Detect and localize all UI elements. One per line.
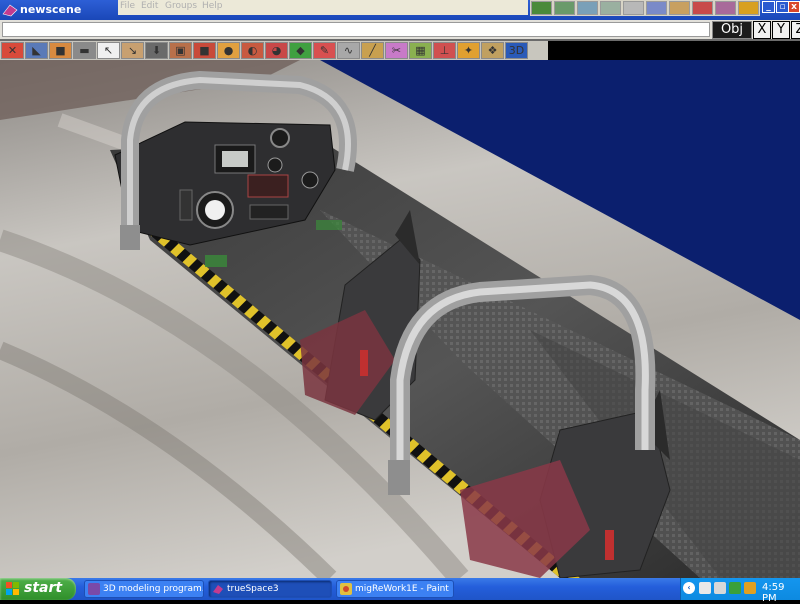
top-tool-icons	[530, 0, 760, 16]
eye-view-icon[interactable]	[600, 1, 621, 15]
point-edit-icon[interactable]: ✎	[313, 42, 336, 59]
task-label: trueSpace3	[227, 584, 279, 594]
render-scene-icon[interactable]	[531, 1, 552, 15]
eye-nav-icon[interactable]: ◣	[25, 42, 48, 59]
browser-icon	[88, 583, 100, 595]
paint-icon	[340, 583, 352, 595]
material-library-icon[interactable]	[715, 1, 736, 15]
lathe-icon[interactable]: ✂	[385, 42, 408, 59]
windows-flag-icon	[6, 582, 19, 595]
main-toolbar: ✕ ◣ ■ ▬ ↖ ↘ ⬇ ▣ ■ ● ◐ ◕ ◆ ✎ ∿ ╱ ✂ ▦ ⊥ ✦ ❖ 3D	[0, 41, 548, 60]
task-label: migReWork1E - Paint	[355, 584, 449, 594]
select-arrow-icon[interactable]: ↖	[97, 42, 120, 59]
lights-icon[interactable]: ✦	[457, 42, 480, 59]
cube-red-icon[interactable]: ■	[193, 42, 216, 59]
navigate-icon[interactable]	[623, 1, 644, 15]
deform-icon[interactable]: ◆	[289, 42, 312, 59]
task-label: 3D modeling program...	[103, 584, 204, 594]
truespace-app-icon	[2, 4, 18, 17]
y-axis-button[interactable]: Y	[772, 21, 790, 39]
show-hidden-icons-icon[interactable]: ‹	[683, 582, 695, 594]
axes-icon[interactable]: ⊥	[433, 42, 456, 59]
render-object-icon[interactable]	[554, 1, 575, 15]
camera-icon[interactable]: ▬	[73, 42, 96, 59]
taskbar-item-browser[interactable]: 3D modeling program...	[84, 580, 204, 598]
paint-icon[interactable]: ◕	[265, 42, 288, 59]
close-button[interactable]: x	[788, 1, 800, 13]
render-cube-icon[interactable]: ▦	[409, 42, 432, 59]
taskbar-item-truespace[interactable]: trueSpace3	[208, 580, 332, 598]
menu-edit[interactable]: Edit	[141, 1, 158, 11]
help-status-field	[2, 22, 710, 37]
minimize-button[interactable]: _	[762, 1, 775, 13]
sweep-icon[interactable]: ╱	[361, 42, 384, 59]
3d-viewport[interactable]	[0, 60, 800, 578]
texture-icon[interactable]: ❖	[481, 42, 504, 59]
security-icon[interactable]	[729, 582, 741, 594]
z-axis-button[interactable]: Z	[791, 21, 800, 39]
perspective-view-icon[interactable]	[577, 1, 598, 15]
3d-view-icon[interactable]: 3D	[505, 42, 528, 59]
taskbar: start 3D modeling program... trueSpace3 …	[0, 578, 800, 604]
truespace-icon	[213, 585, 223, 594]
curve-icon[interactable]: ∿	[337, 42, 360, 59]
window-title: newscene	[20, 3, 82, 16]
start-label: start	[24, 580, 63, 596]
help-icon[interactable]	[738, 1, 759, 15]
menu-file[interactable]: File	[120, 1, 135, 11]
cockpit-scene-render	[0, 60, 800, 578]
volume-icon[interactable]	[714, 582, 726, 594]
update-icon[interactable]	[744, 582, 756, 594]
animation-icon[interactable]	[692, 1, 713, 15]
taskbar-item-paint[interactable]: migReWork1E - Paint	[336, 580, 454, 598]
object-move-icon[interactable]: ↘	[121, 42, 144, 59]
object-cube-icon[interactable]: ■	[49, 42, 72, 59]
delete-object-icon[interactable]: ✕	[1, 42, 24, 59]
grid-icon[interactable]	[646, 1, 667, 15]
scene-editor-icon[interactable]	[669, 1, 690, 15]
start-button[interactable]: start	[0, 578, 76, 600]
x-axis-button[interactable]: X	[753, 21, 771, 39]
obj-coordinates-button[interactable]: Obj	[712, 21, 752, 39]
material-ball-icon[interactable]: ◐	[241, 42, 264, 59]
axis-selector: Obj X Y Z	[712, 21, 800, 39]
network-icon[interactable]	[699, 582, 711, 594]
clock[interactable]: 4:59 PM	[762, 582, 800, 604]
menu-bar: File Edit Groups Help	[118, 0, 528, 15]
sphere-primitive-icon[interactable]: ●	[217, 42, 240, 59]
cube-tools-icon[interactable]: ▣	[169, 42, 192, 59]
menu-help[interactable]: Help	[202, 1, 223, 11]
down-hierarchy-icon[interactable]: ⬇	[145, 42, 168, 59]
menu-groups[interactable]: Groups	[165, 1, 197, 11]
